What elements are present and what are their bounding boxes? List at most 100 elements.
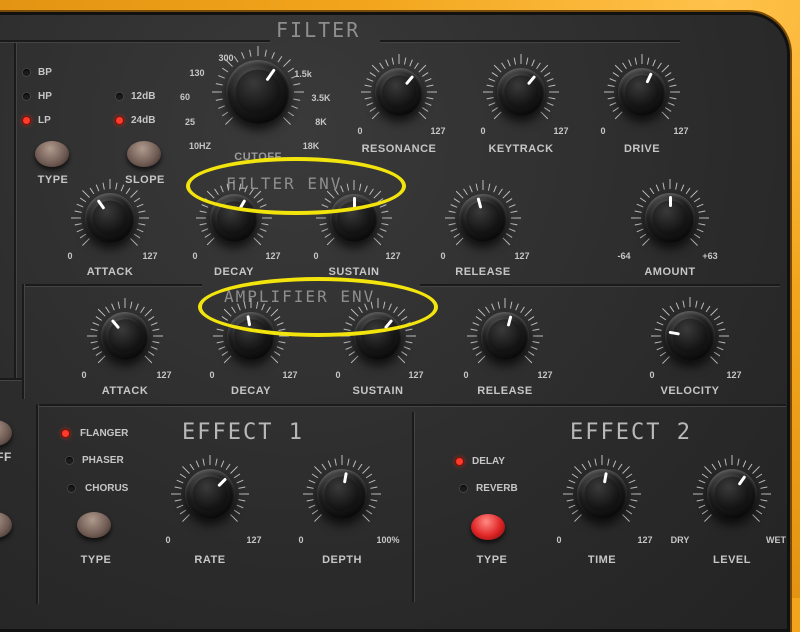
- amp-env-decay-label: DECAY: [231, 385, 271, 397]
- knob-cap: [317, 469, 367, 519]
- cutoff-scale-8k: 8K: [315, 117, 327, 127]
- amp-env-release-max: 127: [537, 370, 553, 380]
- effect1-rate-max: 127: [246, 535, 262, 545]
- effect1-rate-min: 0: [165, 535, 171, 545]
- amp-env-attack-max: 127: [156, 370, 172, 380]
- amp-env-release-label: RELEASE: [477, 385, 533, 397]
- effect2-time-knob[interactable]: [560, 452, 644, 536]
- effect1-depth-min: 0: [298, 535, 304, 545]
- led-phaser[interactable]: [66, 457, 73, 464]
- effect2-level-min: DRY: [670, 535, 690, 545]
- filter-env-decay-max: 127: [265, 251, 281, 261]
- led-label-12db: 12dB: [131, 91, 156, 102]
- section-title-effect-2: EFFECT 2: [570, 420, 692, 445]
- led-label-reverb: REVERB: [476, 483, 518, 494]
- filter-env-attack-label: ATTACK: [86, 266, 134, 278]
- effect1-type-button[interactable]: [77, 512, 111, 538]
- cutoff-scale-130: 130: [189, 68, 205, 78]
- amp-env-velocity-knob[interactable]: [648, 294, 732, 378]
- cutoff-scale-10hz: 10HZ: [188, 141, 212, 151]
- knob-cap: [85, 193, 135, 243]
- section-title-effect-1: EFFECT 1: [182, 420, 304, 445]
- effect1-rate-knob[interactable]: [168, 452, 252, 536]
- divider-effects: [36, 404, 786, 406]
- filter-env-amount-min: -64: [617, 251, 631, 261]
- filter-slope-button[interactable]: [127, 141, 161, 167]
- filter-env-amount-knob[interactable]: [628, 176, 712, 260]
- knob-pointer: [668, 196, 672, 207]
- cutoff-scale-25: 25: [184, 117, 196, 127]
- led-hp[interactable]: [23, 93, 30, 100]
- filter-env-sustain-label: SUSTAIN: [328, 266, 380, 278]
- amp-env-release-knob[interactable]: [464, 295, 546, 377]
- filter-env-attack-min: 0: [67, 251, 73, 261]
- drive-min: 0: [600, 126, 606, 136]
- led-label-24db: 24dB: [131, 115, 156, 126]
- knob-cap: [618, 68, 666, 116]
- filter-env-release-max: 127: [514, 251, 530, 261]
- filter-keytrack-knob[interactable]: [480, 51, 562, 133]
- highlight-ellipse-filter-env: [186, 157, 406, 215]
- filter-resonance-knob[interactable]: [358, 51, 440, 133]
- knob-cap: [577, 469, 627, 519]
- effect1-depth-label: DEPTH: [322, 554, 362, 566]
- led-label-bp: BP: [38, 67, 52, 78]
- effect2-time-max: 127: [637, 535, 653, 545]
- amp-env-sustain-min: 0: [335, 370, 341, 380]
- amp-env-attack-label: ATTACK: [101, 385, 149, 397]
- filter-cutoff-knob[interactable]: [209, 43, 307, 141]
- cutoff-scale-3-5k: 3.5K: [311, 93, 331, 103]
- knob-cap: [497, 68, 545, 116]
- effect2-level-label: LEVEL: [713, 554, 751, 566]
- led-12db[interactable]: [116, 93, 123, 100]
- filter-env-decay-min: 0: [192, 251, 198, 261]
- filter-env-attack-max: 127: [142, 251, 158, 261]
- partial-label-ff: FF: [0, 450, 12, 464]
- filter-env-sustain-min: 0: [313, 251, 319, 261]
- effect2-time-min: 0: [556, 535, 562, 545]
- led-label-phaser: PHASER: [82, 455, 124, 466]
- effect2-level-max: WET: [766, 535, 786, 545]
- divider-effects-mid: [412, 412, 414, 602]
- highlight-ellipse-amplifier-env: [198, 277, 438, 337]
- filter-drive-knob[interactable]: [601, 51, 683, 133]
- effect1-depth-knob[interactable]: [300, 452, 384, 536]
- led-flanger[interactable]: [62, 430, 69, 437]
- led-lp[interactable]: [23, 117, 30, 124]
- led-chorus[interactable]: [68, 485, 75, 492]
- keytrack-max: 127: [553, 126, 569, 136]
- amp-env-velocity-max: 127: [726, 370, 742, 380]
- filter-env-release-knob[interactable]: [442, 177, 524, 259]
- keytrack-label: KEYTRACK: [488, 143, 554, 155]
- knob-cap: [665, 311, 715, 361]
- filter-env-attack-knob[interactable]: [68, 176, 152, 260]
- led-reverb[interactable]: [460, 485, 467, 492]
- filter-env-release-min: 0: [440, 251, 446, 261]
- effect2-type-button[interactable]: [471, 514, 505, 540]
- resonance-max: 127: [430, 126, 446, 136]
- amp-env-attack-knob[interactable]: [84, 295, 166, 377]
- amp-env-attack-min: 0: [81, 370, 87, 380]
- divider-effects-left: [36, 404, 38, 604]
- filter-env-decay-label: DECAY: [214, 266, 254, 278]
- led-24db[interactable]: [116, 117, 123, 124]
- effect1-rate-label: RATE: [194, 554, 226, 566]
- amp-env-sustain-label: SUSTAIN: [352, 385, 404, 397]
- filter-type-button[interactable]: [35, 141, 69, 167]
- effect2-level-knob[interactable]: [690, 452, 774, 536]
- led-bp[interactable]: [23, 69, 30, 76]
- cutoff-scale-18k: 18K: [302, 141, 320, 151]
- keytrack-min: 0: [480, 126, 486, 136]
- effect2-type-label: TYPE: [476, 554, 508, 566]
- divider-top-left: [0, 40, 270, 42]
- filter-env-amount-label: AMOUNT: [644, 266, 696, 278]
- drive-max: 127: [673, 126, 689, 136]
- effect1-type-label: TYPE: [80, 554, 112, 566]
- amp-env-decay-min: 0: [209, 370, 215, 380]
- knob-cap: [707, 469, 757, 519]
- effect2-time-label: TIME: [587, 554, 617, 566]
- effect1-depth-max: 100%: [376, 535, 400, 545]
- cutoff-scale-60: 60: [179, 92, 191, 102]
- drive-label: DRIVE: [623, 143, 661, 155]
- led-delay[interactable]: [456, 458, 463, 465]
